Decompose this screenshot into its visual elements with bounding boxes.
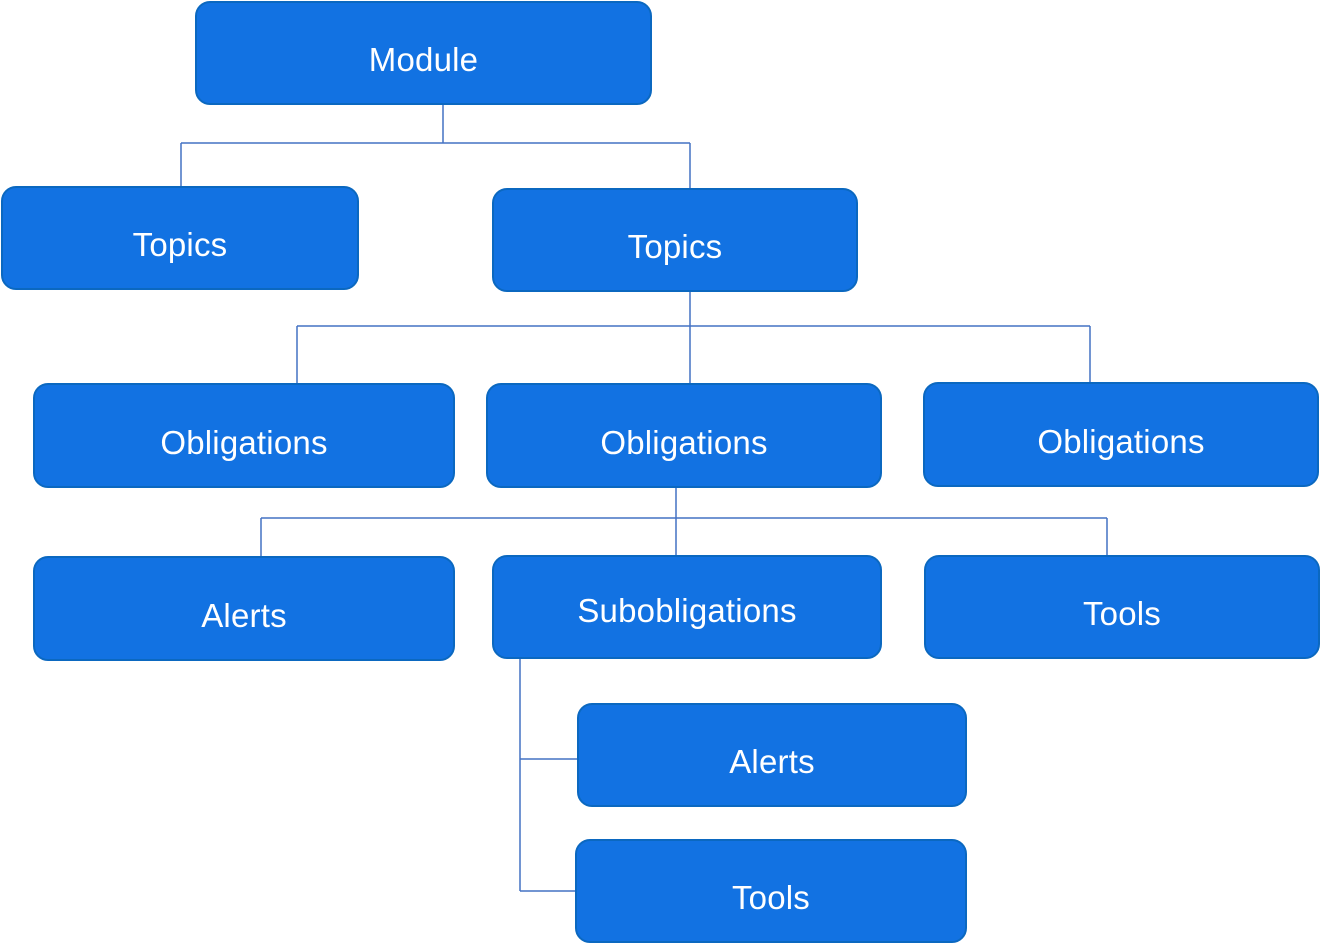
connector-topics-to-obligations — [296, 292, 1091, 383]
node-alerts-1[interactable]: Alerts — [33, 556, 455, 661]
node-tools-2[interactable]: Tools — [575, 839, 967, 943]
node-label: Topics — [627, 228, 723, 265]
node-tools-1[interactable]: Tools — [924, 555, 1320, 659]
node-topics-1[interactable]: Topics — [1, 186, 359, 290]
node-label: Alerts — [201, 596, 287, 634]
node-label: Obligations — [1037, 422, 1205, 460]
node-obligations-3[interactable]: Obligations — [923, 382, 1319, 487]
node-topics-2[interactable]: Topics — [492, 188, 858, 292]
node-obligations-1[interactable]: Obligations — [33, 383, 455, 488]
node-subobligations[interactable]: Subobligations — [492, 555, 882, 659]
node-label: Alerts — [729, 743, 815, 780]
node-label: Module — [368, 41, 479, 78]
node-module[interactable]: Module — [195, 1, 652, 105]
connector-subobligations-to-children — [519, 659, 577, 892]
node-label: Obligations — [600, 423, 768, 461]
node-label: Topics — [132, 226, 228, 263]
connector-obligations-to-children — [260, 488, 1108, 556]
node-alerts-2[interactable]: Alerts — [577, 703, 967, 807]
connector-module-to-topics — [180, 105, 691, 188]
node-label: Subobligations — [577, 592, 797, 629]
node-label: Obligations — [160, 423, 328, 461]
node-obligations-2[interactable]: Obligations — [486, 383, 882, 488]
node-label: Tools — [731, 879, 811, 916]
node-label: Tools — [1082, 595, 1162, 632]
